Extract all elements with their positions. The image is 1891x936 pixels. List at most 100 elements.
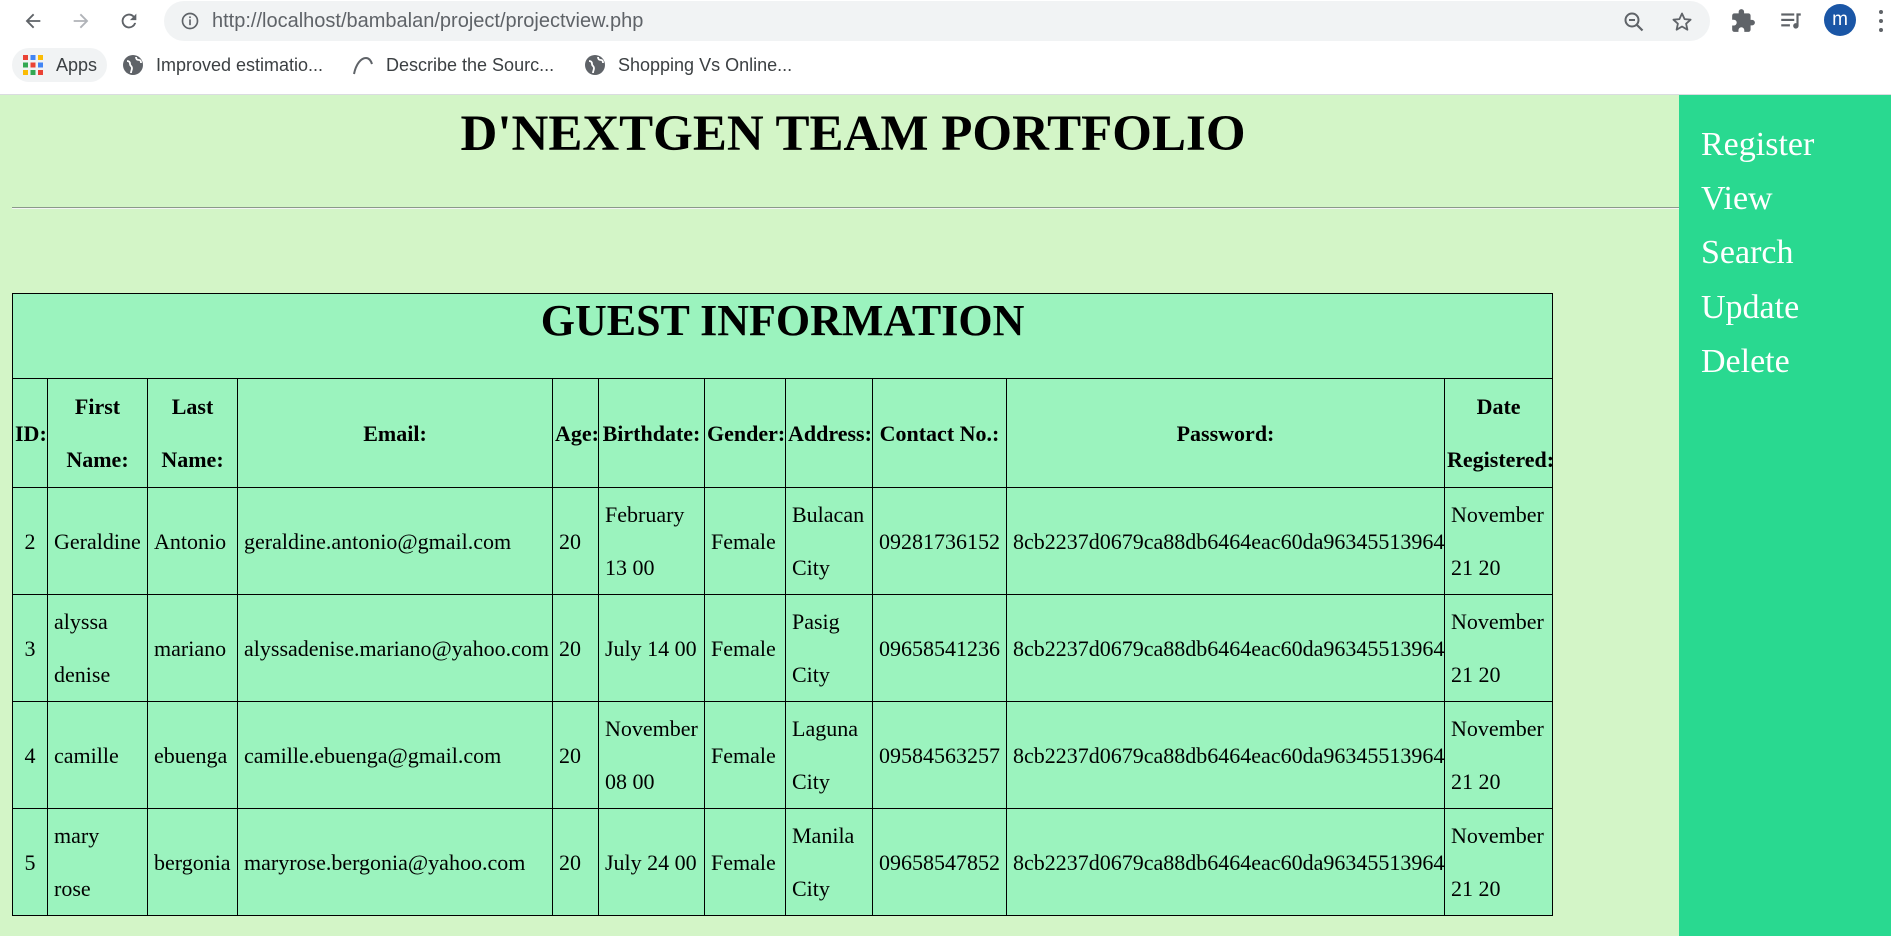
cell-id: 4 xyxy=(12,701,48,809)
zoom-icon[interactable] xyxy=(1622,10,1646,34)
cell-address: Manila City xyxy=(785,808,873,916)
cell-id: 2 xyxy=(12,487,48,595)
page-content: D'NEXTGEN TEAM PORTFOLIO Register View S… xyxy=(0,95,1891,936)
table-header-row: ID: First Name: Last Name: Email: Age: B… xyxy=(12,378,1554,488)
cell-age: 20 xyxy=(552,594,599,702)
cell-password: 8cb2237d0679ca88db6464eac60da96345513964 xyxy=(1006,594,1445,702)
cell-id: 3 xyxy=(12,594,48,702)
url-path: /bambalan/project/projectview.php xyxy=(340,10,644,32)
cell-date-registered: November 21 20 xyxy=(1443,487,1554,595)
info-icon[interactable] xyxy=(180,11,200,31)
cell-gender: Female xyxy=(704,487,786,595)
bookmark-shopping-online[interactable]: Shopping Vs Online... xyxy=(584,48,792,82)
forward-arrow-icon xyxy=(73,13,89,29)
back-button[interactable] xyxy=(18,6,48,36)
cell-contact: 09281736152 xyxy=(872,487,1007,595)
bookmark-improved-estimation[interactable]: Improved estimatio... xyxy=(122,48,323,82)
nav-link-register[interactable]: Register xyxy=(1701,126,1814,164)
bookmark-label: Describe the Sourc... xyxy=(386,54,555,75)
cell-gender: Female xyxy=(704,808,786,916)
back-arrow-icon xyxy=(25,13,41,29)
browser-toolbar: http://localhost/bambalan/project/projec… xyxy=(0,0,1891,42)
nav-link-update[interactable]: Update xyxy=(1701,289,1799,327)
cell-email: alyssadenise.mariano@yahoo.com xyxy=(237,594,553,702)
cell-first-name: camille xyxy=(47,701,148,809)
bookmark-label: Apps xyxy=(56,54,98,75)
cell-birthdate: July 14 00 xyxy=(598,594,705,702)
cell-birthdate: February 13 00 xyxy=(598,487,705,595)
globe-icon xyxy=(122,54,144,76)
cell-first-name: mary rose xyxy=(47,808,148,916)
bookmark-star-icon[interactable] xyxy=(1670,10,1694,34)
cell-password: 8cb2237d0679ca88db6464eac60da96345513964 xyxy=(1006,487,1445,595)
cell-last-name: Antonio xyxy=(147,487,238,595)
table-row: 2 Geraldine Antonio geraldine.antonio@gm… xyxy=(12,487,1554,595)
cell-gender: Female xyxy=(704,701,786,809)
globe-icon xyxy=(584,54,606,76)
cell-contact: 09584563257 xyxy=(872,701,1007,809)
cell-password: 8cb2237d0679ca88db6464eac60da96345513964 xyxy=(1006,808,1445,916)
cell-age: 20 xyxy=(552,701,599,809)
media-queue-icon[interactable] xyxy=(1778,8,1804,34)
cell-date-registered: November 21 20 xyxy=(1443,594,1554,702)
forward-button[interactable] xyxy=(66,6,96,36)
table-row: 4 camille ebuenga camille.ebuenga@gmail.… xyxy=(12,701,1554,809)
col-header-first-name: First Name: xyxy=(47,378,148,488)
cell-last-name: bergonia xyxy=(147,808,238,916)
cell-contact: 09658541236 xyxy=(872,594,1007,702)
col-header-contact: Contact No.: xyxy=(872,378,1007,488)
nav-link-search[interactable]: Search xyxy=(1701,234,1794,272)
address-bar[interactable]: http://localhost/bambalan/project/projec… xyxy=(164,1,1710,41)
url-host: http://localhost xyxy=(212,10,341,32)
cell-email: geraldine.antonio@gmail.com xyxy=(237,487,553,595)
cell-last-name: ebuenga xyxy=(147,701,238,809)
page-title: D'NEXTGEN TEAM PORTFOLIO xyxy=(460,106,1246,162)
bookmark-describe-source[interactable]: Describe the Sourc... xyxy=(352,48,554,82)
arc-icon xyxy=(352,54,374,76)
cell-address: Laguna City xyxy=(785,701,873,809)
cell-address: Bulacan City xyxy=(785,487,873,595)
cell-email: maryrose.bergonia@yahoo.com xyxy=(237,808,553,916)
col-header-gender: Gender: xyxy=(704,378,786,488)
col-header-age: Age: xyxy=(552,378,599,488)
col-header-password: Password: xyxy=(1006,378,1445,488)
cell-date-registered: November 21 20 xyxy=(1443,701,1554,809)
table-row: 3 alyssa denise mariano alyssadenise.mar… xyxy=(12,594,1554,702)
col-header-birthdate: Birthdate: xyxy=(598,378,705,488)
cell-birthdate: July 24 00 xyxy=(598,808,705,916)
cell-first-name: Geraldine xyxy=(47,487,148,595)
col-header-last-name: Last Name: xyxy=(147,378,238,488)
table-row: 5 mary rose bergonia maryrose.bergonia@y… xyxy=(12,808,1554,916)
col-header-date-registered: Date Registered: xyxy=(1443,378,1554,488)
table-caption: GUEST INFORMATION xyxy=(11,293,1554,379)
cell-password: 8cb2237d0679ca88db6464eac60da96345513964 xyxy=(1006,701,1445,809)
cell-age: 20 xyxy=(552,808,599,916)
cell-gender: Female xyxy=(704,594,786,702)
profile-avatar[interactable]: m xyxy=(1824,4,1856,36)
url-text[interactable]: http://localhost/bambalan/project/projec… xyxy=(212,10,643,33)
divider xyxy=(12,207,1680,209)
reload-button[interactable] xyxy=(114,6,144,36)
cell-birthdate: November 08 00 xyxy=(598,701,705,809)
bookmark-label: Shopping Vs Online... xyxy=(618,54,793,75)
cell-contact: 09658547852 xyxy=(872,808,1007,916)
guest-information-table: GUEST INFORMATION ID: First Name: Last N… xyxy=(11,293,1554,916)
extensions-puzzle-icon[interactable] xyxy=(1730,8,1756,34)
apps-grid-icon xyxy=(22,54,44,76)
cell-first-name: alyssa denise xyxy=(47,594,148,702)
nav-link-delete[interactable]: Delete xyxy=(1701,343,1790,381)
cell-last-name: mariano xyxy=(147,594,238,702)
cell-email: camille.ebuenga@gmail.com xyxy=(237,701,553,809)
cell-age: 20 xyxy=(552,487,599,595)
reload-icon xyxy=(121,13,137,29)
cell-date-registered: November 21 20 xyxy=(1443,808,1554,916)
nav-link-view[interactable]: View xyxy=(1701,180,1773,218)
col-header-address: Address: xyxy=(785,378,873,488)
sidebar-nav: Register View Search Update Delete xyxy=(1679,95,1891,936)
bookmark-label: Improved estimatio... xyxy=(156,54,324,75)
col-header-id: ID: xyxy=(12,378,48,488)
col-header-email: Email: xyxy=(237,378,553,488)
table-caption-text: GUEST INFORMATION xyxy=(540,296,1025,345)
menu-dots-icon[interactable] xyxy=(1876,10,1886,32)
bookmark-apps[interactable]: Apps xyxy=(12,48,108,82)
